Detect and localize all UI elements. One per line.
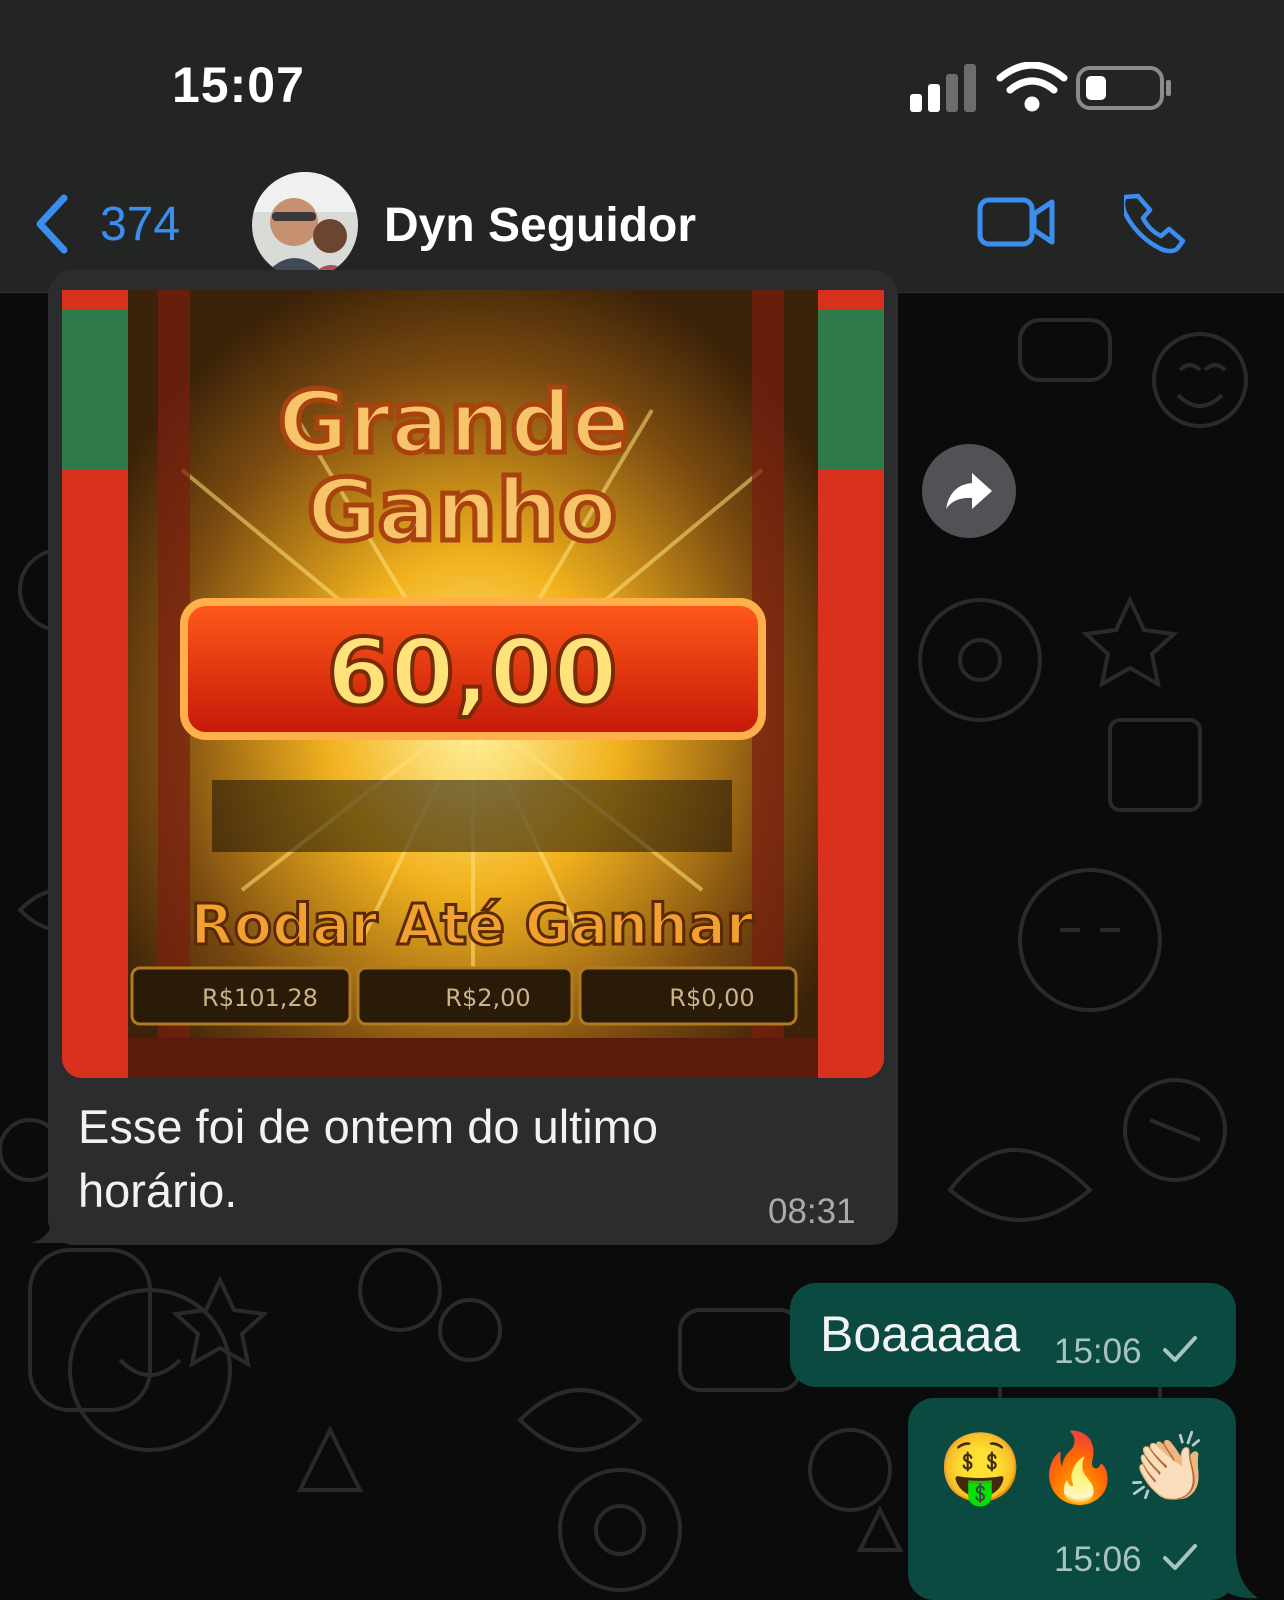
- battery-icon: [1076, 66, 1171, 110]
- signal-icon: [910, 64, 976, 112]
- message-text: Esse foi de ontem do ultimo horário.: [78, 1100, 658, 1217]
- win-title-line2: Ganho: [307, 461, 617, 561]
- win-title-line1: Grande: [278, 373, 630, 473]
- emoji: 👏🏻: [1126, 1430, 1211, 1506]
- contact-name[interactable]: Dyn Seguidor: [384, 198, 696, 253]
- bubble-tail: [30, 1205, 70, 1243]
- avatar[interactable]: [252, 172, 358, 278]
- emoji: 🔥: [1036, 1430, 1121, 1506]
- message-timestamp: 15:06: [1054, 1540, 1142, 1579]
- chevron-left-icon: [36, 194, 68, 254]
- wifi-icon: [996, 62, 1068, 112]
- bubble-tail: [1218, 1555, 1258, 1599]
- spin-until-win-label: Rodar Até Ganhar: [190, 893, 753, 958]
- message-timestamp: 15:06: [1054, 1332, 1142, 1371]
- balance-value: R$101,28: [202, 984, 318, 1012]
- video-camera-icon: [977, 197, 1055, 247]
- checkmark-icon: [1163, 1544, 1197, 1570]
- status-icons: [910, 62, 1171, 112]
- message-text: Boaaaaa: [820, 1306, 1021, 1362]
- emoji: 🤑: [938, 1430, 1023, 1506]
- voice-call-button[interactable]: [1124, 192, 1186, 254]
- win-value: R$0,00: [669, 984, 754, 1012]
- forward-arrow-icon: [946, 473, 992, 509]
- message-image[interactable]: Grande Ganho 60,00 Rodar Até Ganhar R$10…: [62, 290, 884, 1078]
- message-timestamp: 08:31: [768, 1192, 856, 1231]
- unread-count: 374: [100, 197, 181, 251]
- bet-value: R$2,00: [445, 984, 530, 1012]
- win-amount: 60,00: [326, 619, 617, 726]
- status-bar: 15:07: [0, 0, 1284, 150]
- video-call-button[interactable]: [976, 196, 1056, 248]
- forward-button[interactable]: [922, 444, 1016, 538]
- back-button[interactable]: 374: [34, 194, 180, 254]
- status-time: 15:07: [172, 57, 305, 113]
- phone-icon: [1124, 193, 1186, 254]
- checkmark-icon: [1163, 1336, 1197, 1362]
